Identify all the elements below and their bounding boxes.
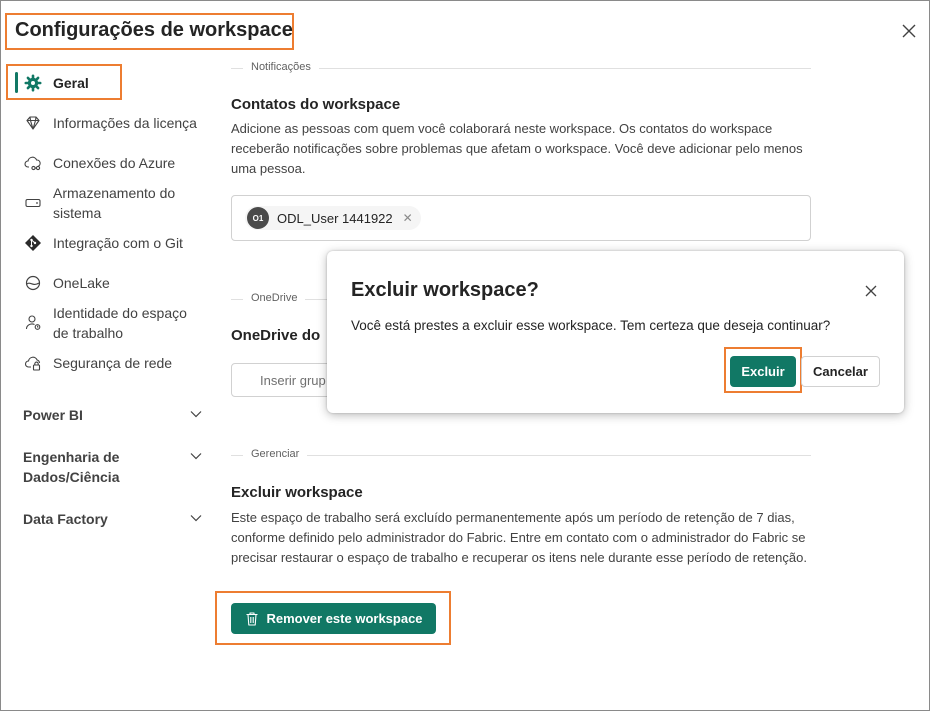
sidebar-item-git[interactable]: Integração com o Git (23, 233, 183, 253)
active-indicator (15, 72, 18, 93)
delete-workspace-description: Este espaço de trabalho será excluído pe… (231, 510, 807, 565)
onelake-icon (23, 273, 43, 293)
contacts-description: Adicione as pessoas com quem você colabo… (231, 121, 803, 176)
diamond-icon (23, 113, 43, 133)
group-label: Engenharia de Dados/Ciência (23, 449, 120, 485)
modal-title: Excluir workspace? (351, 279, 539, 301)
contacts-input[interactable]: O1 ODL_User 1441922 ✕ (231, 195, 811, 241)
gear-icon (23, 73, 43, 93)
sidebar-item-geral[interactable]: Geral (23, 73, 89, 93)
workspace-settings-dialog: Configurações de workspace Geral Informa… (0, 0, 930, 711)
sidebar-item-label: Integração com o Git (53, 235, 183, 251)
remove-workspace-label: Remover este workspace (266, 611, 423, 626)
chevron-down-icon (190, 453, 202, 460)
sidebar-item-network-security[interactable]: Segurança de rede (23, 353, 172, 373)
sidebar-item-license[interactable]: Informações da licença (23, 113, 197, 133)
storage-icon (23, 193, 43, 213)
sidebar-item-onelake[interactable]: OneLake (23, 273, 110, 293)
close-icon[interactable] (863, 283, 879, 299)
identity-icon (23, 313, 43, 333)
chevron-down-icon (190, 411, 202, 418)
sidebar-item-label: Segurança de rede (53, 355, 173, 371)
sidebar-item-label: Geral (53, 75, 89, 91)
group-label: Power BI (23, 407, 83, 423)
contacts-heading: Contatos do workspace (231, 96, 401, 113)
contact-chip: O1 ODL_User 1441922 ✕ (245, 206, 421, 230)
section-label-manage: Gerenciar (243, 448, 308, 460)
delete-confirm-modal: Excluir workspace? Você está prestes a e… (327, 251, 904, 413)
onedrive-heading: OneDrive do (231, 327, 321, 344)
section-divider (231, 455, 811, 456)
sidebar-item-label: Armazenamento do sistema (53, 185, 176, 221)
section-label-onedrive: OneDrive (243, 292, 306, 304)
dialog-title: Configurações de workspace (15, 19, 293, 41)
remove-contact-icon[interactable]: ✕ (403, 211, 413, 225)
trash-icon (246, 611, 258, 626)
sidebar-item-label: Conexões do Azure (53, 155, 176, 171)
remove-workspace-button[interactable]: Remover este workspace (231, 603, 436, 634)
modal-message: Você está prestes a excluir esse workspa… (351, 318, 831, 333)
contact-name: ODL_User 1441922 (277, 210, 393, 226)
confirm-delete-button[interactable]: Excluir (730, 356, 796, 387)
cloud-link-icon (23, 153, 43, 173)
close-icon[interactable] (899, 21, 919, 41)
sidebar-item-label: Identidade do espaço de trabalho (53, 305, 187, 341)
sidebar-item-identity[interactable]: Identidade do espaço de trabalho (23, 303, 203, 343)
cancel-button[interactable]: Cancelar (801, 356, 880, 387)
sidebar-item-label: Informações da licença (53, 115, 197, 131)
delete-workspace-heading: Excluir workspace (231, 484, 363, 501)
chevron-down-icon (190, 515, 202, 522)
sidebar-group-data-factory[interactable]: Data Factory (23, 509, 203, 529)
git-icon (23, 233, 43, 253)
section-label-notifications: Notificações (243, 61, 319, 73)
sidebar-item-azure[interactable]: Conexões do Azure (23, 153, 175, 173)
sidebar-group-data-engineering[interactable]: Engenharia de Dados/Ciência (23, 447, 203, 487)
sidebar-item-storage[interactable]: Armazenamento do sistema (23, 183, 193, 223)
avatar: O1 (247, 207, 269, 229)
sidebar-group-power-bi[interactable]: Power BI (23, 405, 203, 425)
cloud-lock-icon (23, 353, 43, 373)
sidebar-item-label: OneLake (53, 275, 110, 291)
group-label: Data Factory (23, 511, 108, 527)
